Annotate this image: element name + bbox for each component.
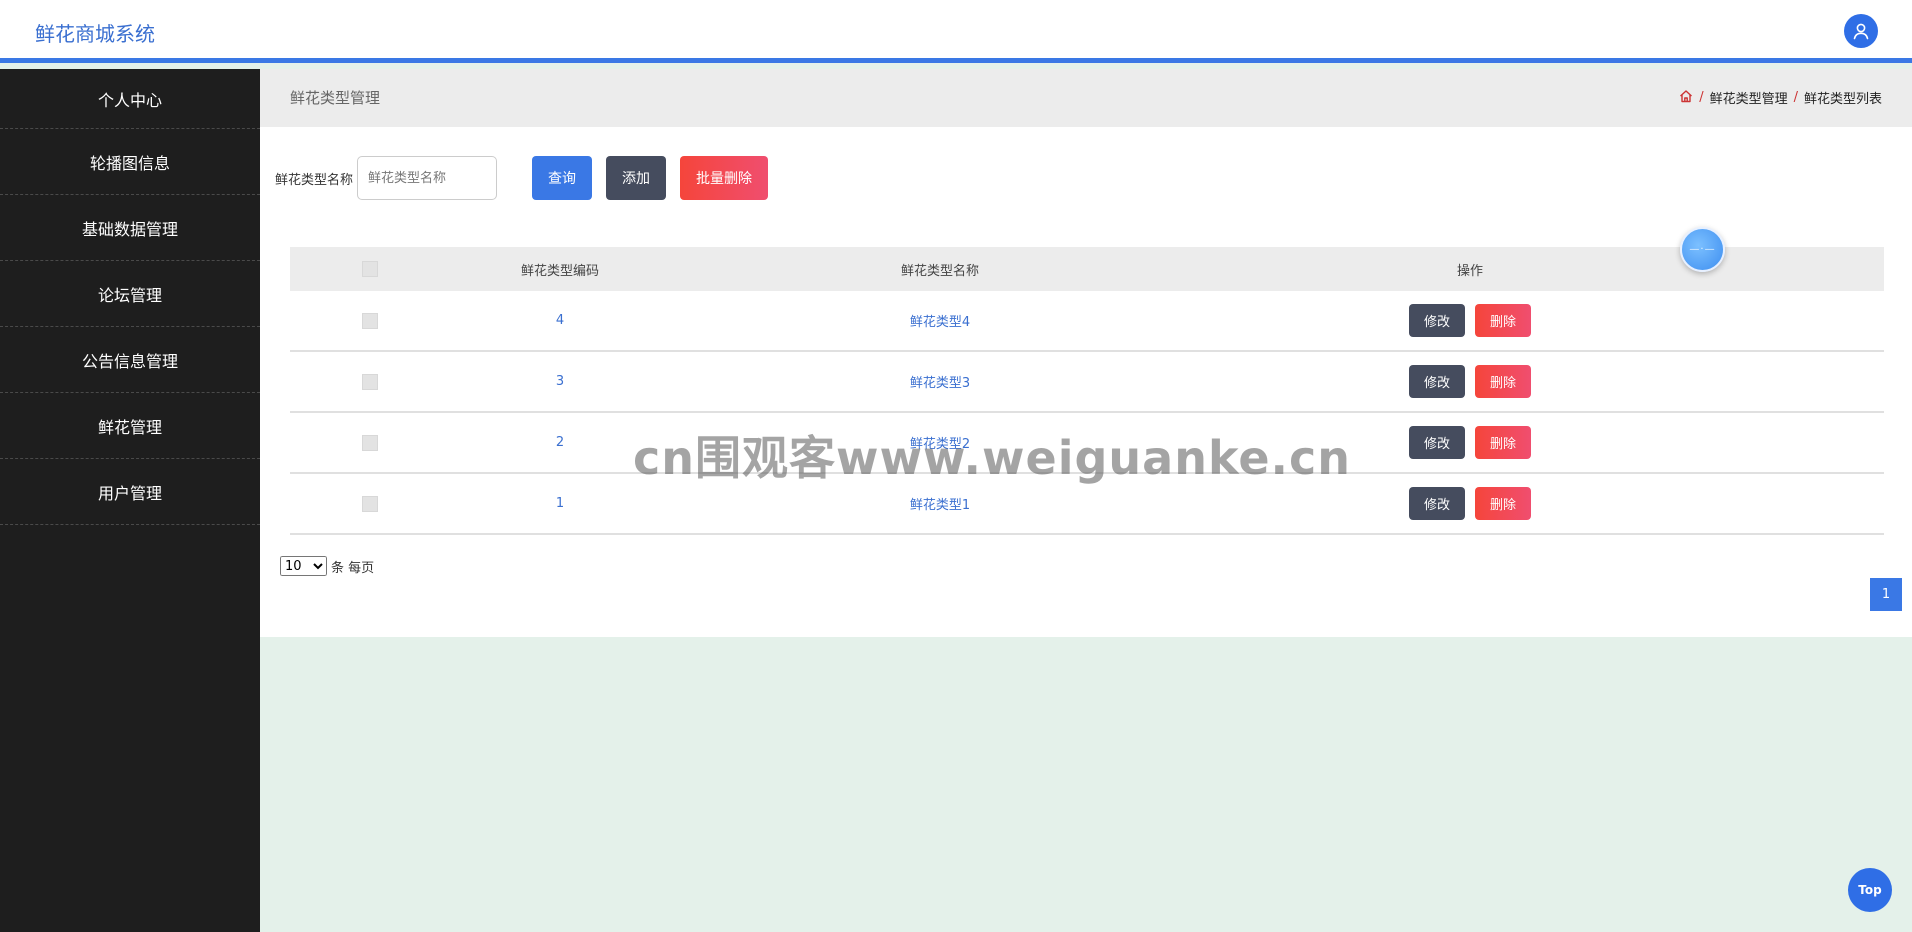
sidebar-item-personal-center[interactable]: 个人中心 [0, 69, 260, 129]
edit-button[interactable]: 修改 [1408, 487, 1465, 520]
page-number-button[interactable]: 1 [1870, 578, 1902, 611]
main-content: 鲜花类型管理 / 鲜花类型管理 / 鲜花类型列表 鲜花类型名称 查询 添加 批量… [260, 69, 1912, 637]
user-avatar-icon[interactable] [1844, 14, 1878, 48]
breadcrumb-item-type-management[interactable]: 鲜花类型管理 [1710, 88, 1788, 107]
top-header: 鲜花商城系统 [0, 0, 1912, 63]
breadcrumb-separator: / [1793, 90, 1798, 105]
row-checkbox[interactable] [362, 434, 378, 451]
delete-button[interactable]: 删除 [1475, 487, 1532, 520]
column-header-actions: 操作 [1456, 263, 1483, 279]
sidebar-item-flowers[interactable]: 鲜花管理 [0, 393, 260, 459]
edit-button[interactable]: 修改 [1408, 426, 1465, 459]
page-title: 鲜花类型管理 [290, 89, 381, 107]
flower-type-table: 鲜花类型编码 鲜花类型名称 操作 4 鲜花类型4 修改 删除 3 鲜花类型3 修… [290, 247, 1884, 535]
cell-code: 4 [555, 313, 565, 328]
home-icon[interactable] [1679, 89, 1693, 107]
edit-button[interactable]: 修改 [1408, 365, 1465, 398]
query-button[interactable]: 查询 [532, 156, 593, 200]
batch-delete-button[interactable]: 批量删除 [680, 156, 769, 200]
delete-button[interactable]: 删除 [1475, 365, 1532, 398]
table-row: 3 鲜花类型3 修改 删除 [290, 352, 1884, 413]
cell-name: 鲜花类型1 [909, 498, 971, 513]
sidebar-item-base-data[interactable]: 基础数据管理 [0, 195, 260, 261]
breadcrumb-separator: / [1699, 90, 1704, 105]
floating-widget-icon[interactable]: —·— [1680, 227, 1725, 272]
column-header-code: 鲜花类型编码 [520, 263, 599, 279]
edit-button[interactable]: 修改 [1408, 304, 1465, 337]
cell-code: 1 [555, 496, 565, 511]
column-header-name: 鲜花类型名称 [900, 263, 979, 279]
add-button[interactable]: 添加 [606, 156, 667, 200]
search-input[interactable] [357, 156, 498, 200]
page-size-select[interactable]: 10 [280, 556, 327, 576]
table-row: 4 鲜花类型4 修改 删除 [290, 291, 1884, 352]
delete-button[interactable]: 删除 [1475, 426, 1532, 459]
cell-name: 鲜花类型4 [909, 315, 971, 330]
breadcrumb: / 鲜花类型管理 / 鲜花类型列表 [1679, 88, 1882, 107]
sidebar-item-users[interactable]: 用户管理 [0, 459, 260, 525]
table-header: 鲜花类型编码 鲜花类型名称 操作 [290, 247, 1884, 291]
search-bar: 鲜花类型名称 查询 添加 批量删除 [275, 156, 769, 200]
breadcrumb-item-type-list: 鲜花类型列表 [1803, 92, 1882, 107]
delete-button[interactable]: 删除 [1475, 304, 1532, 337]
sidebar-item-forum[interactable]: 论坛管理 [0, 261, 260, 327]
cell-name: 鲜花类型3 [909, 376, 971, 391]
page-size-control: 10 条 每页 [280, 556, 374, 576]
sidebar-item-notice[interactable]: 公告信息管理 [0, 327, 260, 393]
watermark: cn围观客www.weiguanke.cn [633, 431, 1352, 485]
row-checkbox[interactable] [362, 495, 378, 512]
select-all-checkbox[interactable] [362, 261, 378, 277]
sidebar-item-carousel[interactable]: 轮播图信息 [0, 129, 260, 195]
row-checkbox[interactable] [362, 312, 378, 329]
title-bar: 鲜花类型管理 / 鲜花类型管理 / 鲜花类型列表 [260, 69, 1912, 127]
back-to-top-button[interactable]: Top [1848, 868, 1892, 912]
search-label: 鲜花类型名称 [275, 172, 354, 188]
page-size-suffix: 条 每页 [331, 560, 375, 576]
sidebar: 个人中心 轮播图信息 基础数据管理 论坛管理 公告信息管理 鲜花管理 用户管理 [0, 69, 260, 932]
row-checkbox[interactable] [362, 373, 378, 390]
cell-code: 3 [555, 374, 565, 389]
app-title: 鲜花商城系统 [35, 22, 155, 46]
